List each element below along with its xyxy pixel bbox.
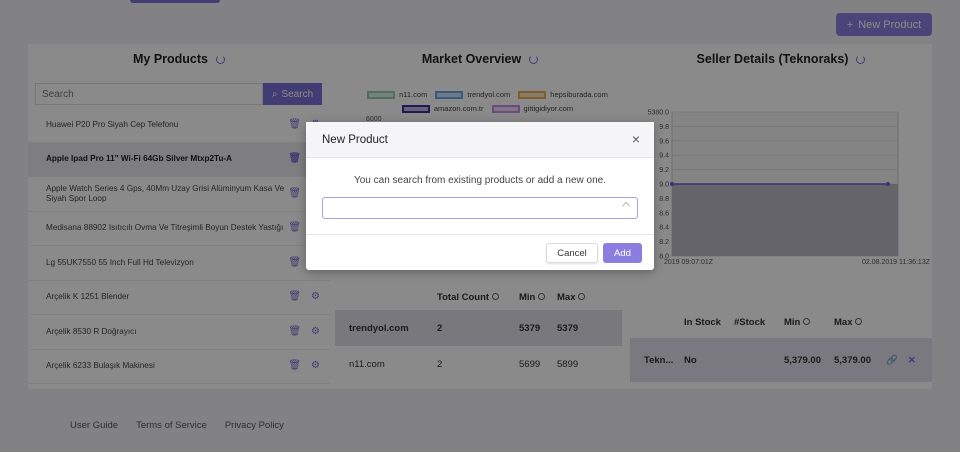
modal-title: New Product [322, 133, 388, 146]
modal-footer: Cancel Add [306, 235, 654, 270]
new-product-modal: New Product × You can search from existi… [306, 122, 654, 270]
modal-body: You can search from existing products or… [306, 158, 654, 235]
add-button[interactable]: Add [603, 243, 642, 263]
product-select[interactable] [322, 197, 638, 219]
modal-header: New Product × [306, 122, 654, 158]
modal-message: You can search from existing products or… [353, 175, 606, 186]
chevron-up-icon [621, 201, 631, 211]
cancel-button[interactable]: Cancel [546, 243, 598, 263]
close-icon[interactable]: × [632, 132, 640, 146]
